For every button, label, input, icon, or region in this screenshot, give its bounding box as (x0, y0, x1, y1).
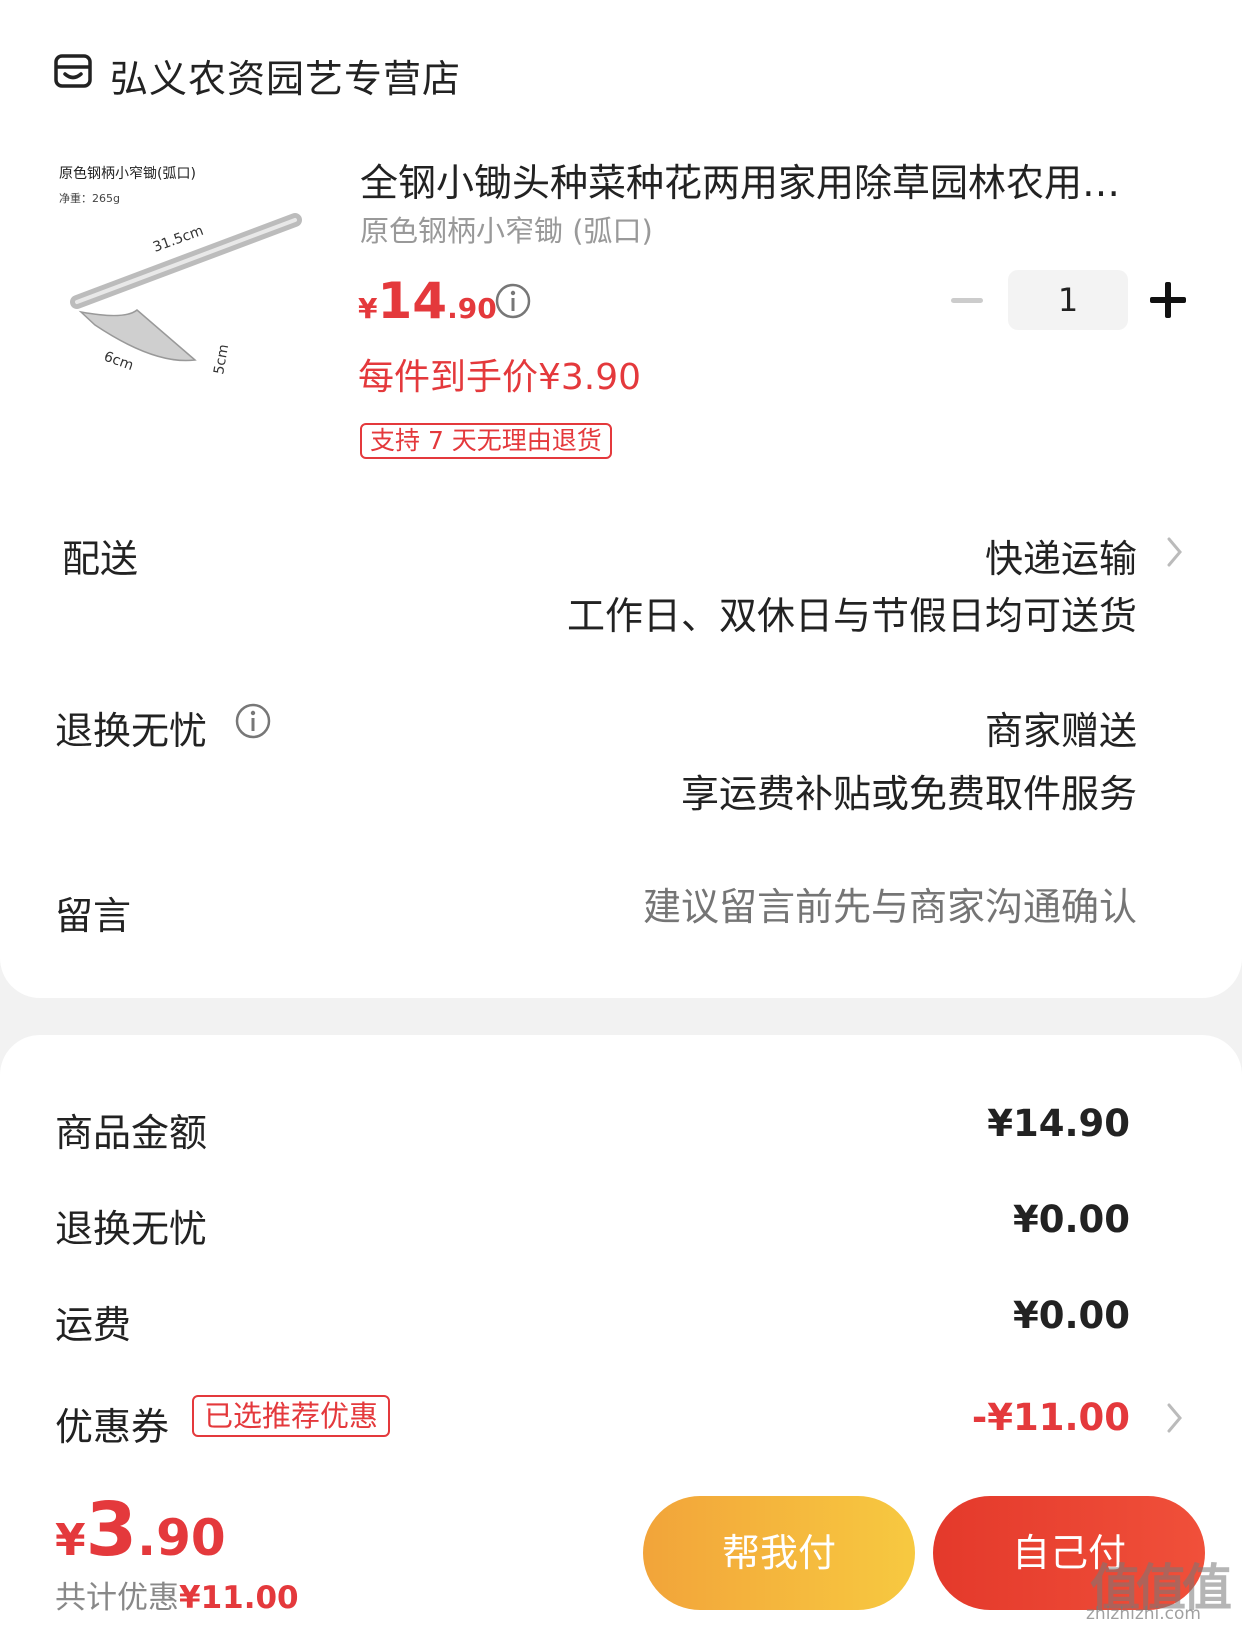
price-decimal: .90 (447, 292, 497, 325)
coupon-selected-tag[interactable]: 已选推荐优惠 (192, 1395, 391, 1437)
return-service-label: 退换无忧 (55, 709, 208, 753)
help-pay-button[interactable]: 帮我付 (643, 1496, 915, 1610)
total-discount: 共计优惠¥11.00 (55, 1572, 299, 1617)
image-weight: 净重：265g (59, 191, 120, 205)
total-currency: ¥ (55, 1515, 86, 1566)
discount-prefix: 共计优惠 (55, 1580, 179, 1616)
return-policy-tag: 支持 7 天无理由退货 (360, 423, 612, 459)
store-icon (54, 54, 92, 88)
coupon-label: 优惠券 (55, 1405, 170, 1449)
total-decimal: .90 (137, 1509, 226, 1567)
return-service-note: 享运费补贴或免费取件服务 (680, 772, 1137, 816)
total-price: ¥3.90 (55, 1487, 226, 1573)
shipping-value: ¥0.00 (1012, 1294, 1130, 1337)
discount-amount: ¥11.00 (179, 1580, 299, 1616)
coupon-value[interactable]: -¥11.00 (972, 1396, 1130, 1439)
total-integer: 3 (85, 1487, 138, 1573)
chevron-right-icon[interactable] (1164, 535, 1186, 569)
final-price: 每件到手价¥3.90 (358, 357, 642, 398)
info-icon[interactable] (234, 702, 272, 740)
delivery-method[interactable]: 快递运输 (985, 528, 1137, 583)
image-caption: 原色钢柄小窄锄(弧口) (59, 165, 196, 182)
insurance-value: ¥0.00 (1012, 1198, 1130, 1241)
insurance-label: 退换无忧 (55, 1207, 208, 1251)
quantity-increase-button[interactable] (1150, 282, 1186, 318)
info-icon[interactable] (494, 282, 532, 320)
product-image[interactable]: 原色钢柄小窄锄(弧口) 净重：265g 31.5cm 6cm 5cm (55, 160, 325, 430)
return-service-value: 商家赠送 (984, 709, 1137, 753)
subtotal-value: ¥14.90 (987, 1102, 1130, 1145)
quantity-decrease-button[interactable] (951, 298, 983, 303)
shipping-label: 运费 (55, 1303, 132, 1347)
product-spec[interactable]: 原色钢柄小窄锄 (弧口) (360, 208, 653, 250)
product-price: ¥14.90 (358, 272, 497, 330)
subtotal-label: 商品金额 (55, 1111, 208, 1155)
message-input[interactable] (537, 885, 1137, 929)
price-currency: ¥ (358, 292, 378, 325)
quantity-input[interactable]: 1 (1008, 270, 1128, 330)
price-integer: 14 (377, 272, 448, 330)
chevron-right-icon[interactable] (1164, 1401, 1186, 1435)
order-card (0, 0, 1242, 998)
message-label: 留言 (55, 894, 132, 938)
watermark-url: zhizhizhi.com (1086, 1604, 1201, 1624)
store-name[interactable]: 弘义农资园艺专营店 (110, 48, 461, 103)
delivery-label: 配送 (62, 537, 139, 581)
product-title[interactable]: 全钢小锄头种菜种花两用家用除草园林农用… (360, 152, 1160, 207)
delivery-note: 工作日、双休日与节假日均可送货 (566, 594, 1137, 638)
